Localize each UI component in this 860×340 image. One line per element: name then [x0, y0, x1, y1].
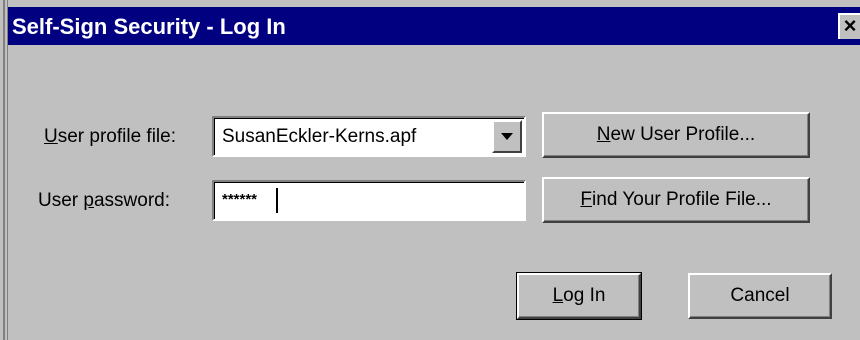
- password-field[interactable]: ******: [212, 180, 526, 221]
- title-bar[interactable]: Self-Sign Security - Log In ×: [8, 7, 860, 45]
- cancel-button[interactable]: Cancel: [688, 273, 832, 319]
- find-profile-file-button[interactable]: Find Your Profile File...: [542, 177, 810, 223]
- window-title: Self-Sign Security - Log In: [12, 14, 286, 39]
- profile-file-select[interactable]: SusanEckler-Kerns.apf: [212, 116, 526, 157]
- login-dialog: Self-Sign Security - Log In × User profi…: [0, 0, 860, 340]
- log-in-button[interactable]: Log In: [516, 272, 642, 320]
- profile-file-label: User profile file:: [44, 126, 177, 147]
- password-value: ******: [222, 191, 258, 208]
- text-caret: [276, 188, 278, 213]
- close-icon[interactable]: ×: [838, 13, 860, 39]
- window-frame: [0, 0, 8, 340]
- new-user-profile-button[interactable]: New User Profile...: [542, 112, 810, 158]
- password-label: User password:: [38, 190, 171, 211]
- profile-file-value: SusanEckler-Kerns.apf: [222, 126, 417, 147]
- chevron-down-icon[interactable]: [492, 120, 522, 153]
